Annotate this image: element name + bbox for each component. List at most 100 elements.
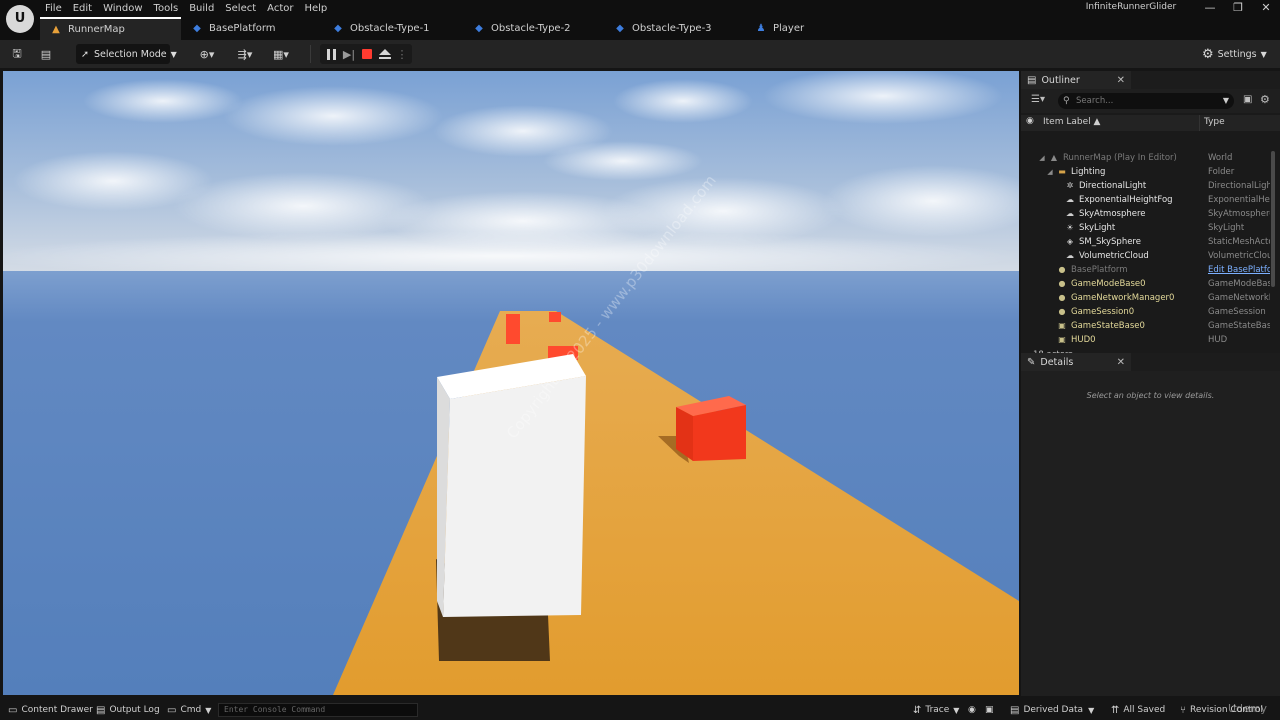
menu-actor[interactable]: Actor: [262, 0, 299, 16]
outliner-icon: ▤: [1027, 74, 1037, 86]
outliner-row-label: GameSession0: [1071, 307, 1135, 317]
sky-icon: ☁: [1066, 209, 1074, 218]
output-log-button[interactable]: ▤ Output Log: [96, 700, 160, 720]
obstacle-near: [676, 396, 746, 461]
all-saved-button[interactable]: ⇈ All Saved: [1111, 700, 1165, 720]
revision-control-icon: ⑂: [1180, 704, 1186, 716]
outliner-row[interactable]: ● GameNetworkManager0 GameNetworkM: [1021, 291, 1271, 305]
menu-build[interactable]: Build: [184, 0, 220, 16]
more-options-icon[interactable]: ⋮: [396, 44, 408, 64]
menu-tools[interactable]: Tools: [149, 0, 185, 16]
chevron-down-icon[interactable]: ▼: [1223, 93, 1229, 109]
outliner-row[interactable]: ● GameModeBase0 GameModeBase: [1021, 277, 1271, 291]
outliner-row[interactable]: ▣ HUD0 HUD: [1021, 333, 1271, 347]
close-icon[interactable]: ✕: [1117, 75, 1125, 86]
outliner-column-header: ◉ Item Label ▲ Type: [1021, 115, 1280, 131]
level-viewport[interactable]: Copyright © 2025 - www.p30download.com: [3, 71, 1019, 695]
outliner-row-label: ExponentialHeightFog: [1079, 195, 1173, 205]
cinematics-icon[interactable]: ▦▾: [268, 44, 294, 64]
tab-runnermap[interactable]: ▲ RunnerMap: [40, 17, 181, 40]
tab-baseplatform[interactable]: ◆ BasePlatform: [181, 17, 322, 39]
menu-help[interactable]: Help: [299, 0, 333, 16]
column-type[interactable]: Type: [1204, 117, 1225, 127]
outliner-row-label: RunnerMap (Play In Editor): [1063, 153, 1177, 163]
content-browser-icon[interactable]: ▤: [36, 44, 56, 64]
menu-edit[interactable]: Edit: [68, 0, 98, 16]
unreal-logo-icon[interactable]: U: [6, 5, 34, 33]
menu-window[interactable]: Window: [98, 0, 148, 16]
restore-button[interactable]: ❐: [1226, 0, 1250, 16]
outliner-row[interactable]: ◢ ▲ RunnerMap (Play In Editor) World: [1021, 151, 1271, 165]
pawn-icon: ♟: [756, 22, 766, 34]
pause-button[interactable]: [322, 44, 340, 64]
outliner-row[interactable]: ☁ VolumetricCloud VolumetricCloud: [1021, 249, 1271, 263]
chevron-down-icon: ▼: [170, 49, 177, 59]
screenshot-icon[interactable]: ▣: [985, 700, 994, 720]
trace-dropdown[interactable]: ⇵ Trace ▼: [913, 700, 959, 720]
close-icon[interactable]: ✕: [1117, 357, 1125, 368]
record-icon[interactable]: ◉: [968, 700, 976, 720]
close-window-button[interactable]: ✕: [1254, 0, 1278, 16]
outliner-row-label: SkyAtmosphere: [1079, 209, 1146, 219]
outliner-row-type: SkyLight: [1208, 223, 1245, 233]
selection-mode-dropdown[interactable]: ➚ Selection Mode ▼: [76, 44, 177, 64]
tab-details[interactable]: ✎ Details ✕: [1021, 353, 1131, 371]
tab-label: Obstacle-Type-3: [632, 22, 712, 34]
expand-arrow-icon[interactable]: ◢: [1037, 151, 1047, 165]
outliner-row[interactable]: ▣ GameStateBase0 GameStateBase: [1021, 319, 1271, 333]
pencil-icon: ✎: [1027, 356, 1036, 368]
outliner-row-label: HUD0: [1071, 335, 1096, 345]
stop-button[interactable]: [358, 44, 376, 64]
menu-select[interactable]: Select: [220, 0, 262, 16]
cmd-label: Cmd: [180, 705, 202, 715]
right-panel: ▤ Outliner ✕ ☰▾ ⚲ Search... ▼ ▣ ⚙ ◉ Item…: [1021, 71, 1280, 696]
tab-obstacle-type-2[interactable]: ◆ Obstacle-Type-2: [463, 17, 604, 39]
viewport-scene: [3, 71, 1019, 695]
chevron-down-icon: ▼: [205, 705, 212, 715]
outliner-row[interactable]: ☁ ExponentialHeightFog ExponentialHeig: [1021, 193, 1271, 207]
search-input[interactable]: ⚲ Search... ▼: [1058, 93, 1234, 109]
outliner-row[interactable]: ✲ DirectionalLight DirectionalLight: [1021, 179, 1271, 193]
tab-outliner[interactable]: ▤ Outliner ✕: [1021, 71, 1131, 89]
minimize-button[interactable]: —: [1198, 0, 1222, 16]
add-actor-icon[interactable]: ⊕▾: [194, 44, 220, 64]
step-frame-button[interactable]: ▶|: [340, 44, 358, 64]
outliner-scrollbar[interactable]: [1271, 151, 1275, 287]
expand-arrow-icon[interactable]: ◢: [1045, 165, 1055, 179]
tab-player[interactable]: ♟ Player: [745, 17, 886, 39]
outliner-row[interactable]: ☁ SkyAtmosphere SkyAtmosphere: [1021, 207, 1271, 221]
menu-file[interactable]: File: [40, 0, 68, 16]
player-cube: [437, 354, 586, 617]
outliner-row[interactable]: ● BasePlatform Edit BasePlatfor: [1021, 263, 1271, 277]
outliner-search-row: ☰▾ ⚲ Search... ▼ ▣ ⚙: [1021, 89, 1280, 113]
tab-obstacle-type-3[interactable]: ◆ Obstacle-Type-3: [604, 17, 745, 39]
outliner-row[interactable]: ☀ SkyLight SkyLight: [1021, 221, 1271, 235]
tab-obstacle-type-1[interactable]: ◆ Obstacle-Type-1: [322, 17, 463, 39]
hud-icon: ▣: [1058, 335, 1066, 344]
column-divider[interactable]: [1199, 115, 1200, 131]
blueprint-icon: ◆: [616, 22, 624, 34]
console-command-input[interactable]: Enter Console Command: [218, 703, 418, 717]
content-drawer-button[interactable]: ▭ Content Drawer: [8, 700, 93, 720]
derived-data-button[interactable]: ▤ Derived Data ▼: [1010, 700, 1094, 720]
eject-button[interactable]: [376, 44, 394, 64]
cmd-dropdown[interactable]: ▭ Cmd ▼: [167, 700, 211, 720]
filter-icon[interactable]: ☰▾: [1031, 94, 1045, 105]
content-drawer-label: Content Drawer: [21, 705, 93, 715]
visibility-icon[interactable]: ◉: [1026, 116, 1034, 126]
outliner-row-label: SM_SkySphere: [1079, 237, 1141, 247]
details-title: Details: [1040, 356, 1074, 368]
column-item-label[interactable]: Item Label ▲: [1043, 117, 1100, 127]
outliner-panel: ☰▾ ⚲ Search... ▼ ▣ ⚙ ◉ Item Label ▲ Type…: [1021, 89, 1280, 360]
settings-label: Settings: [1217, 48, 1257, 60]
blueprint-menu-icon[interactable]: ⇶▾: [232, 44, 258, 64]
edit-blueprint-link[interactable]: Edit BasePlatfor: [1208, 263, 1270, 277]
save-icon[interactable]: 🖫: [8, 44, 26, 64]
outliner-row[interactable]: ● GameSession0 GameSession: [1021, 305, 1271, 319]
add-folder-icon[interactable]: ▣: [1243, 94, 1252, 105]
gear-icon[interactable]: ⚙: [1260, 93, 1270, 106]
outliner-row[interactable]: ◈ SM_SkySphere StaticMeshActo: [1021, 235, 1271, 249]
outliner-row[interactable]: ◢ ▬ Lighting Folder: [1021, 165, 1271, 179]
settings-button[interactable]: ⚙ Settings ▼: [1202, 44, 1270, 64]
outliner-row-type: HUD: [1208, 335, 1228, 345]
